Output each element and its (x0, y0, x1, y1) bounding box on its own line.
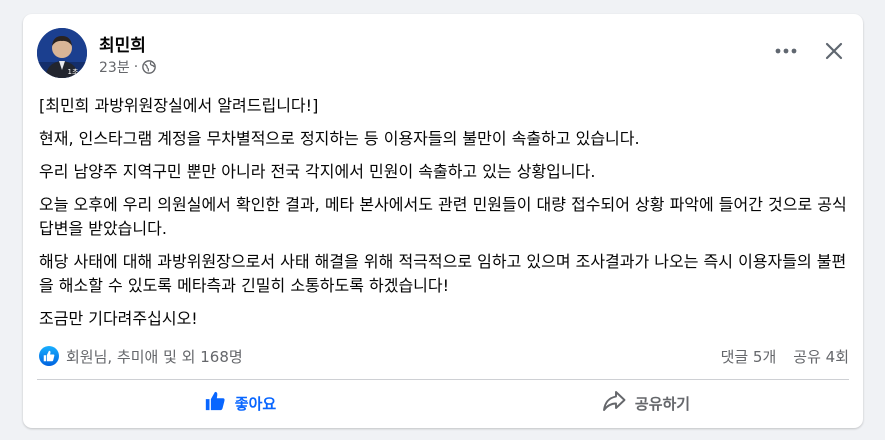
engagement-counts: 댓글 5개 공유 4회 (721, 346, 849, 367)
share-button[interactable]: 공유하기 (443, 384, 849, 422)
post-stats: 회원님, 추미애 및 외 168명 댓글 5개 공유 4회 (39, 345, 849, 367)
avatar-caption: 1초 (68, 68, 79, 76)
meta-separator: · (133, 59, 139, 75)
post-card: 1초 최민희 23분 · [최민희 과방위원장실에서 알려드립니다!] 현재, … (23, 14, 863, 428)
post-header: 1초 최민희 23분 · (37, 28, 849, 84)
share-arrow-icon (602, 390, 626, 416)
close-icon[interactable] (821, 38, 847, 64)
post-paragraph: 현재, 인스타그램 계정을 무차별적으로 정지하는 등 이용자들의 불만이 속출… (39, 129, 640, 148)
like-button[interactable]: 좋아요 (37, 384, 443, 422)
header-actions (773, 38, 847, 64)
more-horizontal-icon[interactable] (773, 38, 799, 64)
comments-count[interactable]: 댓글 5개 (721, 346, 777, 367)
author-avatar[interactable]: 1초 (37, 28, 87, 78)
divider (37, 379, 849, 380)
thumbs-up-icon (204, 390, 226, 416)
share-label: 공유하기 (634, 394, 691, 413)
post-paragraph: 오늘 오후에 우리 의원실에서 확인한 결과, 메타 본사에서도 관련 민원들이… (39, 195, 847, 238)
post-body: [최민희 과방위원장실에서 알려드립니다!] 현재, 인스타그램 계정을 무차별… (39, 94, 849, 340)
post-paragraph: 우리 남양주 지역구민 뿐만 아니라 전국 각지에서 민원이 속출하고 있는 상… (39, 162, 596, 181)
post-paragraph: 조금만 기다려주십시오! (39, 309, 198, 328)
post-actions: 좋아요 공유하기 (37, 384, 849, 422)
reactions-text[interactable]: 회원님, 추미애 및 외 168명 (66, 346, 243, 367)
author-name[interactable]: 최민희 (99, 31, 146, 56)
post-paragraph: 해당 사태에 대해 과방위원장으로서 사태 해결을 위해 적극적으로 임하고 있… (39, 252, 847, 295)
post-paragraph: [최민희 과방위원장실에서 알려드립니다!] (39, 96, 319, 115)
like-reaction-icon (39, 346, 59, 366)
post-time[interactable]: 23분 (99, 57, 130, 77)
globe-icon[interactable] (142, 60, 156, 74)
post-meta: 23분 · (99, 57, 156, 77)
shares-count[interactable]: 공유 4회 (793, 346, 849, 367)
like-label: 좋아요 (234, 394, 277, 413)
reactions-summary[interactable]: 회원님, 추미애 및 외 168명 (39, 346, 243, 367)
